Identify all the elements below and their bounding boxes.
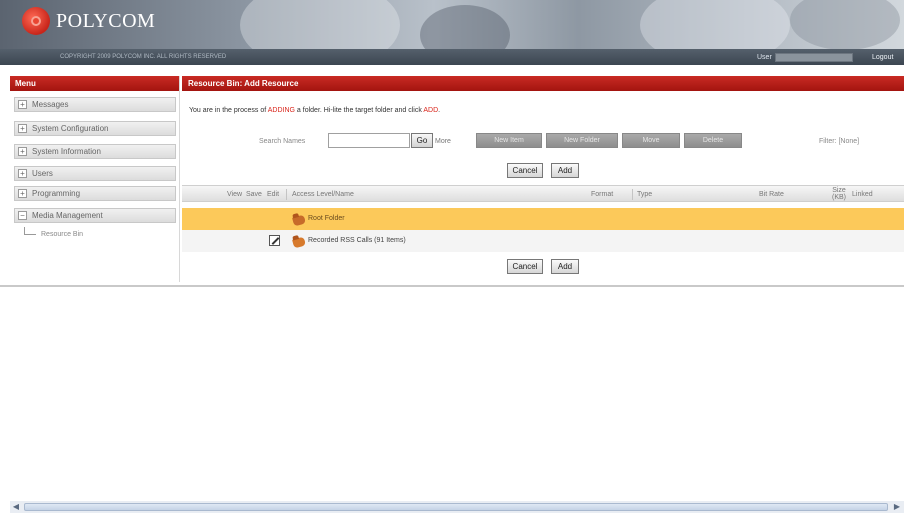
- user-field: [775, 52, 853, 62]
- sidebar-item-messages[interactable]: + Messages: [14, 97, 176, 112]
- expand-icon[interactable]: +: [18, 189, 27, 198]
- sidebar-subitem-label: Resource Bin: [41, 230, 84, 238]
- main-panel: Resource Bin: Add Resource You are in th…: [182, 76, 904, 282]
- polycom-logo-icon: [22, 7, 50, 35]
- filter-label: Filter: [None]: [819, 138, 860, 145]
- folder-icon: [292, 214, 306, 227]
- bottom-action-row: Cancel Add: [182, 259, 904, 274]
- add-button-bottom[interactable]: Add: [551, 259, 579, 274]
- search-toolbar: Search Names Go More New Item New Folder…: [182, 133, 904, 151]
- sidebar-item-label: Users: [32, 169, 53, 178]
- folder-icon: [292, 236, 306, 249]
- header-strip: COPYRIGHT 2009 POLYCOM INC. ALL RIGHTS R…: [0, 49, 904, 65]
- column-header-type: Type: [637, 191, 653, 198]
- cancel-button-bottom[interactable]: Cancel: [507, 259, 543, 274]
- column-header-size: Size (KB): [832, 187, 846, 201]
- sidebar-subitem-resource-bin[interactable]: Resource Bin: [24, 227, 84, 240]
- collapse-icon[interactable]: −: [18, 211, 27, 220]
- edit-icon[interactable]: [269, 235, 280, 246]
- column-separator: [632, 189, 633, 200]
- column-header-format: Format: [591, 191, 614, 198]
- tree-connector: [24, 227, 36, 235]
- menu-title: Menu: [10, 76, 179, 91]
- table-row-root-folder[interactable]: Root Folder: [182, 208, 904, 230]
- move-button[interactable]: Move: [622, 133, 680, 148]
- row-name: Root Folder: [308, 215, 345, 222]
- scrollbar-thumb[interactable]: [24, 503, 888, 511]
- banner-decoration: [240, 0, 400, 49]
- column-separator: [286, 189, 287, 200]
- top-action-row: Cancel Add: [182, 163, 904, 178]
- expand-icon[interactable]: +: [18, 147, 27, 156]
- header-banner: POLYCOM: [0, 0, 904, 49]
- instruction-text: You are in the process of ADDING a folde…: [189, 107, 440, 114]
- sidebar-item-system-information[interactable]: + System Information: [14, 144, 176, 159]
- instruction-mid: a folder. Hi-lite the target folder and …: [294, 107, 424, 114]
- sidebar-item-media-management[interactable]: − Media Management: [14, 208, 176, 223]
- sidebar-item-label: System Information: [32, 147, 101, 156]
- instruction-action: ADDING: [267, 107, 295, 114]
- column-header-linked: Linked: [852, 191, 873, 198]
- column-header-bitrate: Bit Rate: [759, 191, 784, 198]
- logo-text: POLYCOM: [56, 9, 156, 32]
- more-link[interactable]: More: [435, 138, 451, 145]
- instruction-post: .: [438, 107, 441, 114]
- user-label: User: [757, 53, 772, 61]
- banner-decoration: [640, 0, 790, 49]
- search-label: Search Names: [259, 138, 306, 145]
- horizontal-scrollbar[interactable]: ◀ ▶: [10, 501, 904, 513]
- expand-icon[interactable]: +: [18, 124, 27, 133]
- table-row-recorded-calls[interactable]: Recorded RSS Calls (91 Items): [182, 230, 904, 252]
- column-header-save: Save: [246, 191, 262, 198]
- logout-link[interactable]: Logout: [872, 54, 893, 61]
- new-folder-button[interactable]: New Folder: [546, 133, 618, 148]
- banner-decoration: [790, 0, 900, 49]
- scroll-left-icon[interactable]: ◀: [11, 502, 21, 512]
- sidebar-item-programming[interactable]: + Programming: [14, 186, 176, 201]
- new-item-button[interactable]: New Item: [476, 133, 542, 148]
- column-header-access: Access Level/Name: [292, 191, 354, 198]
- sidebar-item-system-configuration[interactable]: + System Configuration: [14, 121, 176, 136]
- polycom-logo: POLYCOM: [22, 7, 155, 35]
- column-header-edit: Edit: [267, 191, 280, 198]
- banner-decoration: [420, 5, 510, 49]
- row-name: Recorded RSS Calls (91 Items): [308, 237, 406, 244]
- instruction-pre: You are in the process of: [189, 107, 268, 114]
- add-button[interactable]: Add: [551, 163, 579, 178]
- sidebar-item-label: Programming: [32, 189, 81, 198]
- table-header: View Save Edit Access Level/Name Format …: [182, 185, 904, 202]
- go-button[interactable]: Go: [411, 133, 433, 148]
- sidebar-item-label: Messages: [32, 100, 69, 109]
- copyright-text: COPYRIGHT 2009 POLYCOM INC. ALL RIGHTS R…: [60, 54, 227, 60]
- expand-icon[interactable]: +: [18, 169, 27, 178]
- expand-icon[interactable]: +: [18, 100, 27, 109]
- column-header-view: View: [227, 191, 243, 198]
- content-divider: [0, 285, 904, 287]
- sidebar-item-label: Media Management: [32, 211, 103, 220]
- sidebar-menu: Menu + Messages + System Configuration +…: [10, 76, 180, 282]
- app-window: POLYCOM COPYRIGHT 2009 POLYCOM INC. ALL …: [0, 0, 904, 513]
- delete-button[interactable]: Delete: [684, 133, 742, 148]
- search-input[interactable]: [328, 133, 410, 148]
- scroll-right-icon[interactable]: ▶: [892, 502, 902, 512]
- page-title: Resource Bin: Add Resource: [182, 76, 904, 91]
- sidebar-item-users[interactable]: + Users: [14, 166, 176, 181]
- instruction-target: ADD: [423, 107, 439, 114]
- sidebar-item-label: System Configuration: [32, 124, 109, 133]
- cancel-button[interactable]: Cancel: [507, 163, 543, 178]
